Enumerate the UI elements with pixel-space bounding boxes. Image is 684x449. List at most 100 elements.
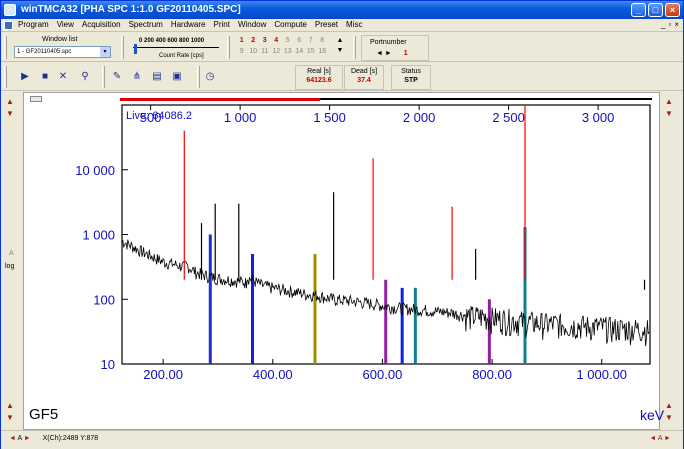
toolbar-grip[interactable] [121, 36, 124, 59]
auto-label[interactable]: A [18, 435, 22, 442]
scale-down-icon[interactable]: ▼ [665, 110, 673, 118]
port-next-button[interactable]: ► [385, 50, 392, 57]
scroll-left-icon[interactable]: ◄ [9, 435, 16, 442]
spectrum-view[interactable]: 500 1 000 1 500 2 000 2 500 3 000 200.00 400.00… [23, 92, 664, 430]
status-value: STP [404, 77, 418, 84]
live-time-label: Live: 64086.2 [126, 110, 192, 122]
left-scale-strip: ▲ ▼ A log ▲ ▼ [1, 92, 23, 430]
scale-down-icon[interactable]: ▼ [6, 414, 14, 422]
detector-selector: 1 2 3 4 5 6 7 8 9 10 11 12 13 14 15 16 [236, 37, 328, 55]
mdi-restore-button[interactable]: ▫ [668, 20, 671, 29]
status-panel: Status STP [391, 65, 431, 90]
toolbar-grip[interactable] [4, 66, 7, 88]
play-icon[interactable]: ▶ [19, 71, 31, 83]
mdi-controls: _ ▫ × [661, 20, 679, 29]
spectrum-icon[interactable]: ⋔ [131, 71, 143, 83]
menu-item-program[interactable]: Program [18, 20, 49, 29]
auto-scale-label[interactable]: A [9, 250, 14, 257]
scale-down-icon[interactable]: ▼ [665, 414, 673, 422]
maximize-button[interactable]: □ [648, 3, 663, 17]
stop-icon[interactable]: ■ [39, 71, 51, 83]
status-label: Status [401, 68, 421, 75]
y-tick-label: 1 000 [82, 228, 115, 243]
y-tick-label: 100 [93, 292, 115, 307]
menu-item-print[interactable]: Print [214, 20, 230, 29]
menu-item-acquisition[interactable]: Acquisition [82, 20, 121, 29]
toolbar-grip[interactable] [353, 36, 356, 59]
roi-marker [487, 299, 491, 364]
menu-item-hardware[interactable]: Hardware [171, 20, 206, 29]
menu-item-misc[interactable]: Misc [346, 20, 362, 29]
detector-10-button[interactable]: 10 [248, 48, 260, 55]
timer-icon[interactable]: ◷ [204, 71, 216, 83]
detector-14-button[interactable]: 14 [294, 48, 306, 55]
detector-7-button[interactable]: 7 [305, 37, 317, 44]
close-button[interactable]: × [665, 3, 680, 17]
toolbar-grip[interactable] [4, 36, 7, 59]
port-number-title: Portnumber [370, 39, 407, 46]
detector-13-button[interactable]: 13 [282, 48, 294, 55]
dead-time-label: Dead [s] [350, 68, 378, 75]
detector-8-button[interactable]: 8 [317, 37, 329, 44]
clear-icon[interactable]: ✕ [57, 71, 69, 83]
port-prev-button[interactable]: ◄ [376, 50, 383, 57]
mdi-minimize-button[interactable]: _ [661, 20, 665, 29]
scale-up-icon[interactable]: ▲ [6, 98, 14, 106]
mdi-close-button[interactable]: × [674, 20, 679, 29]
scroll-up-icon[interactable]: ▲ [333, 37, 347, 44]
window-list-value: 1 - GF20110405.spc [17, 49, 72, 55]
tools-icon[interactable]: ✎ [111, 71, 123, 83]
scroll-down-icon[interactable]: ▼ [333, 47, 347, 54]
document-icon[interactable] [4, 21, 13, 30]
detector-2-button[interactable]: 2 [248, 37, 260, 44]
scale-up-icon[interactable]: ▲ [665, 402, 673, 410]
kev-tick-label: 200.00 [143, 367, 183, 382]
log-scale-toggle[interactable]: log [5, 263, 14, 270]
real-time-value: 64123.6 [306, 77, 332, 84]
detector-4-button[interactable]: 4 [271, 37, 283, 44]
detector-3-button[interactable]: 3 [259, 37, 271, 44]
menu-item-spectrum[interactable]: Spectrum [129, 20, 163, 29]
status-right-controls[interactable]: ◄ A ► [649, 435, 671, 442]
minimize-button[interactable]: _ [631, 3, 646, 17]
count-rate-indicator [134, 44, 137, 54]
roi-marker [413, 287, 417, 364]
port-number-control: ◄ ► 1 [376, 50, 408, 57]
port-number-value: 1 [403, 50, 408, 57]
y-tick-label: 10 000 [75, 163, 115, 178]
spectrum-chart[interactable]: 500 1 000 1 500 2 000 2 500 3 000200.00 400.00… [24, 93, 659, 429]
energy-unit-label: keV [640, 407, 665, 423]
count-rate-ticks: 0 200 400 600 800 1000 [139, 38, 205, 44]
scale-up-icon[interactable]: ▲ [665, 98, 673, 106]
menu-item-window[interactable]: Window [238, 20, 266, 29]
detector-9-button[interactable]: 9 [236, 48, 248, 55]
dead-time-value: 37.4 [357, 77, 371, 84]
scale-down-icon[interactable]: ▼ [6, 110, 14, 118]
detector-15-button[interactable]: 15 [305, 48, 317, 55]
real-time-panel: Real [s] 64123.6 [295, 65, 343, 90]
toolbar-grip[interactable] [102, 66, 105, 88]
menu-item-compute[interactable]: Compute [274, 20, 306, 29]
detector-16-button[interactable]: 16 [317, 48, 329, 55]
save-icon[interactable]: ▣ [171, 71, 183, 83]
kev-tick-label: 600.00 [363, 367, 403, 382]
cursor-icon[interactable]: ⚲ [79, 71, 91, 83]
scale-up-icon[interactable]: ▲ [6, 402, 14, 410]
menu-item-preset[interactable]: Preset [315, 20, 338, 29]
detector-1-button[interactable]: 1 [236, 37, 248, 44]
toolbar-grip[interactable] [197, 66, 200, 88]
status-left: ◄ A ► X(Ch):2489 Y:878 [9, 435, 98, 442]
menu-item-view[interactable]: View [57, 20, 74, 29]
detector-6-button[interactable]: 6 [294, 37, 306, 44]
chevron-down-icon[interactable]: ▾ [100, 47, 110, 57]
window-list-label: Window list [42, 36, 78, 43]
detector-5-button[interactable]: 5 [282, 37, 294, 44]
open-icon[interactable]: ▤ [151, 71, 163, 83]
window-list-select[interactable]: 1 - GF20110405.spc ▾ [14, 46, 111, 58]
scroll-right-icon[interactable]: ► [24, 435, 31, 442]
detector-11-button[interactable]: 11 [259, 48, 271, 55]
title-bar[interactable]: winTMCA32 [PHA SPC 1:1.0 GF20110405.SPC]… [1, 1, 683, 19]
channel-tick-label: 2 500 [492, 110, 525, 125]
toolbar-grip[interactable] [227, 36, 230, 59]
detector-12-button[interactable]: 12 [271, 48, 283, 55]
